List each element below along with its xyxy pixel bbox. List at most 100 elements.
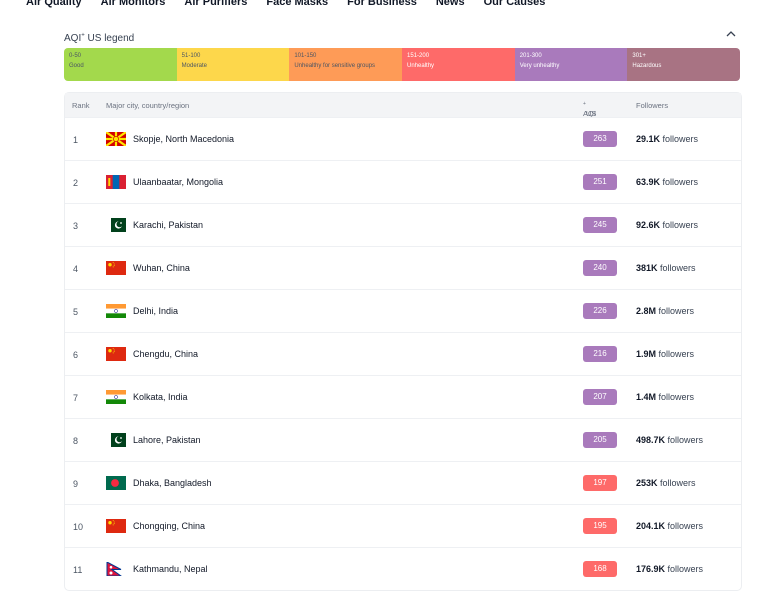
table-row[interactable]: 6 Chengdu, China 216 1.9M followers bbox=[65, 332, 741, 375]
header-followers: Followers bbox=[636, 101, 669, 110]
table-row[interactable]: 10 Chongqing, China 195 204.1K followers bbox=[65, 504, 741, 547]
legend-label: Unhealthy bbox=[407, 63, 435, 69]
city-link[interactable]: Chongqing, China bbox=[133, 521, 205, 531]
aqi-badge: 226 bbox=[583, 303, 617, 319]
city-link[interactable]: Delhi, India bbox=[133, 306, 178, 316]
legend-segment-unhealthy-for-sensitive-groups: 101-150 Unhealthy for sensitive groups bbox=[289, 48, 403, 81]
flag-np-icon bbox=[106, 561, 126, 577]
flag-pk-icon bbox=[106, 433, 126, 447]
flag-cn-icon bbox=[106, 347, 126, 361]
table-row[interactable]: 4 Wuhan, China 240 381K followers bbox=[65, 246, 741, 289]
header-city: Major city, country/region bbox=[106, 101, 190, 110]
nav-link-our-causes[interactable]: Our Causes bbox=[484, 0, 546, 16]
followers-cell: 204.1K followers bbox=[636, 521, 704, 531]
legend-segment-unhealthy: 151-200 Unhealthy bbox=[402, 48, 515, 81]
nav-link-air-monitors[interactable]: Air Monitors bbox=[101, 0, 166, 16]
flag-in-icon bbox=[106, 304, 126, 318]
legend-range: 201-300 bbox=[519, 53, 542, 59]
table-row[interactable]: 7 Kolkata, India 207 1.4M followers bbox=[65, 375, 741, 418]
nav-link-news[interactable]: News bbox=[436, 0, 465, 16]
followers-cell: 92.6K followers bbox=[636, 220, 699, 230]
followers-cell: 253K followers bbox=[636, 478, 696, 488]
header-aqi: AQI + US bbox=[583, 101, 597, 118]
table-row[interactable]: 11 Kathmandu, Nepal 168 176.9K followers bbox=[65, 547, 741, 590]
aqi-badge: 240 bbox=[583, 260, 617, 276]
rank-cell: 3 bbox=[73, 221, 79, 231]
table-row[interactable]: 2 Ulaanbaatar, Mongolia 251 63.9K followers bbox=[65, 160, 741, 203]
rank-cell: 11 bbox=[73, 565, 83, 575]
followers-cell: 381K followers bbox=[636, 263, 696, 273]
followers-cell: 1.9M followers bbox=[636, 349, 695, 359]
rank-cell: 2 bbox=[73, 178, 79, 188]
rank-cell: 4 bbox=[73, 264, 79, 274]
rank-cell: 6 bbox=[73, 350, 79, 360]
followers-cell: 498.7K followers bbox=[636, 435, 704, 445]
legend-header[interactable]: AQI+ US legend bbox=[64, 28, 740, 44]
nav-link-air-purifiers[interactable]: Air Purifiers bbox=[184, 0, 247, 16]
aqi-badge: 197 bbox=[583, 475, 617, 491]
city-link[interactable]: Kolkata, India bbox=[133, 392, 188, 402]
aqi-badge: 207 bbox=[583, 389, 617, 405]
table-body: 1 Skopje, North Macedonia 263 29.1K followe… bbox=[65, 117, 741, 590]
city-link[interactable]: Karachi, Pakistan bbox=[133, 220, 203, 230]
flag-mn-icon bbox=[106, 175, 126, 189]
followers-cell: 1.4M followers bbox=[636, 392, 695, 402]
rank-cell: 8 bbox=[73, 436, 79, 446]
top-nav: Air Quality Air Monitors Air Purifiers Face… bbox=[0, 0, 564, 16]
chevron-up-icon[interactable] bbox=[724, 28, 738, 40]
city-link[interactable]: Skopje, North Macedonia bbox=[133, 134, 234, 144]
aqi-badge: 216 bbox=[583, 346, 617, 362]
table-row[interactable]: 8 Lahore, Pakistan 205 498.7K followers bbox=[65, 418, 741, 461]
nav-link-air-quality[interactable]: Air Quality bbox=[26, 0, 82, 16]
rank-cell: 5 bbox=[73, 307, 79, 317]
table-row[interactable]: 5 Delhi, India 226 2.8M followers bbox=[65, 289, 741, 332]
city-link[interactable]: Wuhan, China bbox=[133, 263, 190, 273]
city-link[interactable]: Kathmandu, Nepal bbox=[133, 564, 208, 574]
legend-range: 101-150 bbox=[294, 53, 317, 59]
flag-bd-icon bbox=[106, 476, 126, 490]
legend-segment-very-unhealthy: 201-300 Very unhealthy bbox=[514, 48, 628, 81]
legend-label: Very unhealthy bbox=[519, 63, 560, 69]
flag-cn-icon bbox=[106, 519, 126, 533]
nav-link-for-business[interactable]: For Business bbox=[347, 0, 417, 16]
aqi-badge: 195 bbox=[583, 518, 617, 534]
aqi-badge: 263 bbox=[583, 131, 617, 147]
legend-range: 0-50 bbox=[69, 53, 82, 59]
flag-mk-icon bbox=[105, 131, 127, 147]
table-header: Rank Major city, country/region AQI + US … bbox=[65, 93, 741, 118]
flag-in-icon bbox=[106, 390, 126, 404]
city-link[interactable]: Lahore, Pakistan bbox=[133, 435, 201, 445]
city-link[interactable]: Dhaka, Bangladesh bbox=[133, 478, 212, 488]
followers-cell: 63.9K followers bbox=[636, 177, 699, 187]
city-link[interactable]: Ulaanbaatar, Mongolia bbox=[133, 177, 223, 187]
legend-range: 301+ bbox=[632, 53, 646, 59]
rank-cell: 1 bbox=[73, 135, 79, 145]
legend-segment-hazardous: 301+ Hazardous bbox=[627, 48, 740, 81]
legend-segment-moderate: 51-100 Moderate bbox=[176, 48, 290, 81]
aqi-legend-bar: 0-50 Good 51-100 Moderate 101-150 Unhealthy f… bbox=[64, 48, 740, 81]
followers-cell: 176.9K followers bbox=[636, 564, 704, 574]
table-row[interactable]: 9 Dhaka, Bangladesh 197 253K followers bbox=[65, 461, 741, 504]
followers-cell: 29.1K followers bbox=[636, 134, 699, 144]
table-row[interactable]: 1 Skopje, North Macedonia 263 29.1K followe… bbox=[65, 117, 741, 160]
flag-cn-icon bbox=[106, 261, 126, 275]
aqi-badge: 251 bbox=[583, 174, 617, 190]
aqi-badge: 205 bbox=[583, 432, 617, 448]
legend-label: Moderate bbox=[181, 63, 208, 69]
aqi-badge: 245 bbox=[583, 217, 617, 233]
table-row[interactable]: 3 Karachi, Pakistan 245 92.6K followers bbox=[65, 203, 741, 246]
legend-title: AQI+ US legend bbox=[64, 32, 135, 44]
legend-segment-good: 0-50 Good bbox=[64, 48, 177, 81]
legend-range: 51-100 bbox=[181, 53, 201, 59]
header-rank: Rank bbox=[72, 101, 90, 110]
flag-pk-icon bbox=[106, 218, 126, 232]
legend-range: 151-200 bbox=[407, 53, 430, 59]
rank-cell: 9 bbox=[73, 479, 79, 489]
legend-label: Hazardous bbox=[632, 63, 662, 69]
aqi-badge: 168 bbox=[583, 561, 617, 577]
nav-link-face-masks[interactable]: Face Masks bbox=[266, 0, 328, 16]
legend-label: Unhealthy for sensitive groups bbox=[294, 63, 376, 69]
city-link[interactable]: Chengdu, China bbox=[133, 349, 198, 359]
rank-cell: 7 bbox=[73, 393, 79, 403]
followers-cell: 2.8M followers bbox=[636, 306, 695, 316]
